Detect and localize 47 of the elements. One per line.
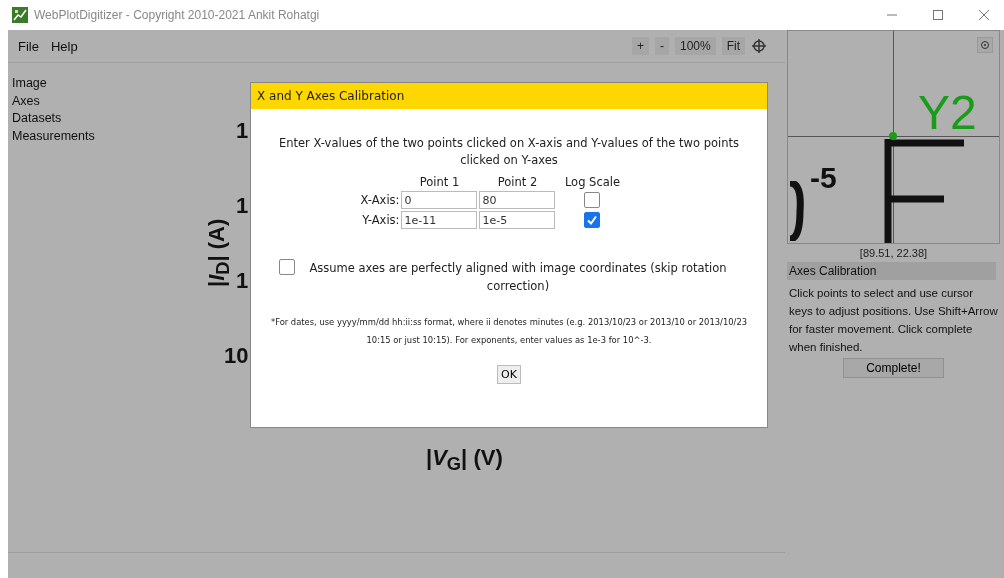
column-header: Point 1 — [418, 175, 461, 189]
panel-title: Axes Calibration — [787, 262, 996, 280]
value-field[interactable]: 80 — [479, 191, 556, 209]
zoom-button[interactable]: 100% — [674, 37, 716, 55]
value-field[interactable]: 1e-11 — [401, 211, 478, 229]
settings-icon — [980, 40, 990, 50]
dialog-title: X and Y Axes Calibration — [251, 83, 767, 109]
tick-label: 1 — [236, 118, 249, 144]
zoom-button[interactable]: + — [631, 37, 649, 55]
digit-fragment-drawing — [788, 181, 804, 241]
value-field[interactable]: 1e-5 — [479, 211, 556, 229]
value-field[interactable]: 0 — [401, 191, 478, 209]
dialog-instructions: Enter X-values of the two points clicked on X-axis and Y-values of the two points clicked on Y-axes — [277, 135, 741, 169]
tick-label: 1 — [236, 268, 249, 294]
window-title: WebPlotDigitizer - Copyright 2010-2021 Ankit Rohatgi — [34, 8, 320, 22]
axis-label: |V$_{G}$| (V) — [426, 445, 503, 476]
tick-label: -5 — [810, 161, 837, 195]
close-icon[interactable] — [978, 9, 990, 21]
sidebar-item[interactable]: Measurements — [12, 127, 152, 145]
app-logo-icon — [12, 7, 28, 23]
point-marker-icon — [888, 131, 898, 141]
zoom-button[interactable]: Fit — [721, 37, 745, 55]
sidebar-item[interactable]: Image — [12, 75, 152, 93]
row-label: X-Axis: — [360, 193, 400, 207]
column-header: Log Scale — [563, 175, 622, 189]
maximize-icon[interactable] — [932, 9, 944, 21]
sidebar-item[interactable]: Datasets — [12, 110, 152, 128]
format-note: *For dates, use yyyy/mm/dd hh:ii:ss format, where ii denotes minutes (e.g. 2013/10/23 or 2013/10 or 2013/10/23 10:15 or just 10:15). For exponents, enter values as 1e-3 for 10^-3. — [269, 316, 749, 347]
sidebar-item[interactable]: Axes — [12, 92, 152, 110]
log-scale-checkbox[interactable] — [584, 212, 601, 228]
panel-instructions: Click points to select and use cursor keys to adjust positions. Use Shift+Arrow for faster movement. Click complete when finished. — [788, 286, 999, 355]
menu-item[interactable]: Help — [50, 38, 78, 54]
align-checkbox[interactable] — [279, 259, 295, 275]
tick-label: 10 — [224, 343, 249, 369]
complete-button[interactable]: Complete! — [843, 358, 944, 378]
ok-button[interactable]: OK — [497, 365, 521, 384]
align-option-label: Assume axes are perfectly aligned with image coordinates (skip rotation correction) — [308, 260, 728, 295]
point-label: Y2 — [918, 89, 977, 137]
cursor-coordinates: [89.51, 22.38] — [859, 247, 928, 259]
zoom-button[interactable]: - — [654, 37, 669, 55]
crosshair-icon[interactable] — [751, 38, 767, 54]
log-scale-checkbox[interactable] — [584, 192, 601, 208]
settings-button[interactable] — [977, 37, 993, 53]
column-header: Point 2 — [496, 175, 539, 189]
menu-item[interactable]: File — [18, 38, 39, 54]
row-label: Y-Axis: — [361, 213, 400, 227]
tick-label: 1 — [236, 193, 249, 219]
